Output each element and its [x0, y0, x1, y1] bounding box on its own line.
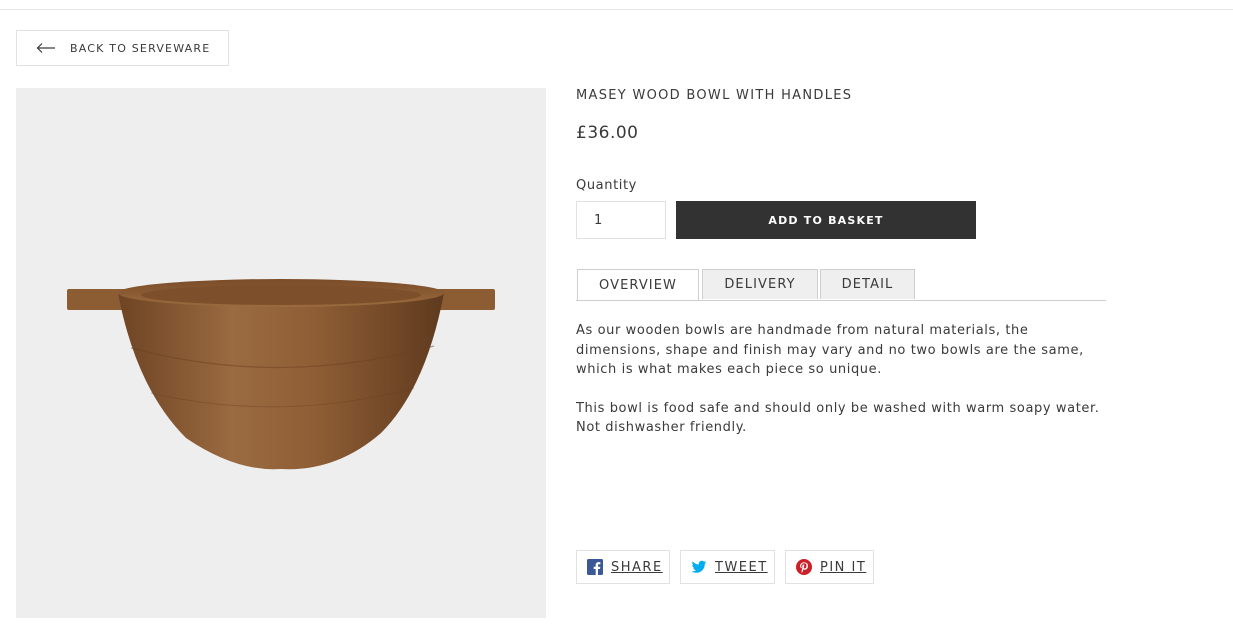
arrow-left-icon	[36, 43, 55, 53]
tab-delivery[interactable]: DELIVERY	[702, 269, 818, 299]
quantity-label: Quantity	[576, 178, 637, 193]
share-facebook-button[interactable]: SHARE	[576, 550, 670, 584]
pin-label: PIN IT	[820, 559, 867, 575]
back-to-collection-link[interactable]: BACK TO SERVEWARE	[16, 30, 229, 66]
tab-overview[interactable]: OVERVIEW	[577, 269, 699, 300]
product-image[interactable]	[16, 88, 546, 618]
product-description: As our wooden bowls are handmade from na…	[576, 321, 1116, 457]
add-to-basket-button[interactable]: ADD TO BASKET	[676, 201, 976, 239]
quantity-input[interactable]	[576, 201, 666, 239]
product-title: MASEY WOOD BOWL WITH HANDLES	[576, 88, 853, 103]
share-label: SHARE	[611, 559, 663, 575]
facebook-icon	[587, 559, 603, 575]
header-divider	[0, 9, 1233, 10]
product-price: £36.00	[576, 123, 639, 143]
wood-bowl-image	[67, 279, 495, 470]
share-twitter-button[interactable]: TWEET	[680, 550, 775, 584]
back-link-label: BACK TO SERVEWARE	[70, 41, 211, 55]
twitter-icon	[691, 559, 707, 575]
product-tabs: OVERVIEW DELIVERY DETAIL	[576, 269, 1106, 301]
tab-detail[interactable]: DETAIL	[820, 269, 915, 299]
tweet-label: TWEET	[715, 559, 768, 575]
description-paragraph: This bowl is food safe and should only b…	[576, 400, 1100, 436]
description-paragraph: As our wooden bowls are handmade from na…	[576, 323, 1084, 377]
pinterest-icon	[796, 559, 812, 575]
share-pinterest-button[interactable]: PIN IT	[785, 550, 874, 584]
